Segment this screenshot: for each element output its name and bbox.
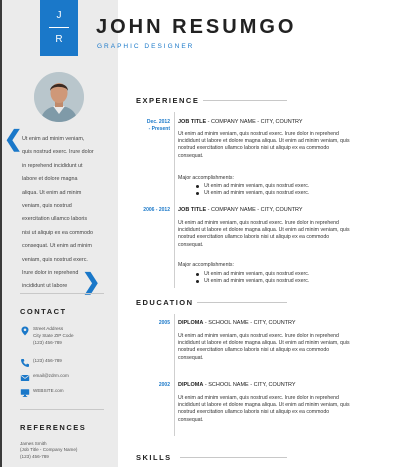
quote-line: labore et dolore magna bbox=[22, 176, 78, 183]
reference-phone: (123) 456-789 bbox=[20, 453, 49, 459]
quote-close-icon: ❯ bbox=[82, 269, 101, 294]
job-heading: JOB TITLE - COMPANY NAME - CITY, COUNTRY bbox=[178, 119, 303, 125]
education-date: 2005 bbox=[158, 320, 170, 326]
quote-line: in reprehend incididunt ut bbox=[22, 162, 83, 169]
education-date: 2002 bbox=[158, 382, 170, 388]
school-info: - SCHOOL NAME - CITY, COUNTRY bbox=[203, 320, 296, 326]
accomplishments-list: Ut enim ad minim veniam, quis nostrud ex… bbox=[196, 183, 309, 198]
job-date: 2006 - 2012 bbox=[143, 207, 170, 213]
text-line: nostrud exercitation ullamco laboris nis… bbox=[178, 234, 330, 241]
accomplishments-label: Major accomplishments: bbox=[178, 175, 234, 181]
text-line: consequat. bbox=[178, 416, 204, 423]
monitor-icon bbox=[20, 389, 30, 397]
skills-heading: SKILLS bbox=[136, 453, 172, 462]
phone-icon bbox=[21, 359, 29, 367]
job-title: JOB TITLE bbox=[178, 119, 207, 125]
text-line: Ut enim ad minim veniam, quis nostrud ex… bbox=[178, 220, 339, 226]
references-heading: REFERENCES bbox=[20, 423, 87, 432]
text-line: consequat. bbox=[178, 354, 204, 361]
text-line: consequat. bbox=[178, 152, 204, 159]
summary-quote: Ut enim ad minim veniam, quis nostrud ex… bbox=[22, 133, 116, 294]
timeline-line bbox=[174, 112, 175, 288]
reference-job: (Job Title - Company Name) bbox=[20, 447, 78, 453]
candidate-title: GRAPHIC DESIGNER bbox=[97, 43, 195, 50]
accomplishments-list: Ut enim ad minim veniam, quis nostrud ex… bbox=[196, 271, 309, 286]
phone-text: (123) 456-789 bbox=[33, 358, 62, 363]
resume-page: J R JOHN RESUMGO GRAPHIC DESIGNER ❮ Ut e… bbox=[0, 0, 405, 467]
address-line: (123) 456-789 bbox=[33, 339, 62, 345]
education-heading: EDUCATION bbox=[136, 298, 194, 307]
text-line: incididunt ut labore et dolore magna ali… bbox=[178, 402, 350, 409]
text-line: incididunt ut labore et dolore magna ali… bbox=[178, 227, 350, 234]
job-date: Dec. 2012 - Present bbox=[134, 119, 170, 133]
text-line: Ut enim ad minim veniam, quis nostrud ex… bbox=[178, 333, 339, 339]
degree-title: DIPLOMA bbox=[178, 320, 204, 326]
experience-rule bbox=[203, 100, 287, 101]
quote-line: quis nostrud exerc. Irure dolor bbox=[22, 149, 94, 156]
education-rule bbox=[197, 302, 287, 303]
email-text[interactable]: email@zdrm.com bbox=[33, 373, 69, 380]
quote-line: incididunt ut labore bbox=[22, 283, 68, 290]
job-date-end: - Present bbox=[148, 126, 170, 132]
job-description: Ut enim ad minim veniam, quis nostrud ex… bbox=[178, 220, 390, 249]
quote-line: veniam, quis nostrud exerc. bbox=[22, 256, 88, 263]
address-line: Street Address bbox=[33, 326, 64, 331]
list-item: Ut enim ad minim veniam, quis nostrud ex… bbox=[196, 271, 309, 278]
quote-line: Ut enim ad minim veniam, bbox=[22, 136, 85, 142]
skills-rule bbox=[180, 457, 287, 458]
quote-line: aliqua. Ut enim ad minim bbox=[22, 189, 82, 196]
education-heading-line: DIPLOMA - SCHOOL NAME - CITY, COUNTRY bbox=[178, 382, 296, 388]
text-line: incididunt ut labore et dolore magna ali… bbox=[178, 340, 350, 347]
quote-line: Irure dolor in reprehend bbox=[22, 270, 79, 277]
text-line: nostrud exercitation ullamco laboris nis… bbox=[178, 409, 330, 416]
education-description: Ut enim ad minim veniam, quis nostrud ex… bbox=[178, 395, 390, 424]
monogram-letter-r: R bbox=[55, 34, 63, 45]
job-company: - COMPANY NAME - CITY, COUNTRY bbox=[206, 207, 303, 213]
experience-heading: EXPERIENCE bbox=[136, 96, 200, 105]
quote-line: nisi ut aliquip ex ea commodo bbox=[22, 229, 94, 236]
reference-entry: James Smith (Job Title - Company Name) (… bbox=[20, 441, 77, 460]
accomplishments-label: Major accomplishments: bbox=[178, 262, 234, 268]
text-line: consequat. bbox=[178, 241, 204, 248]
quote-line: exercitation ullamco laboris bbox=[22, 216, 88, 223]
website-text[interactable]: WEBSITE.com bbox=[33, 388, 64, 395]
quote-line: veniam, quis nostrud bbox=[22, 203, 72, 210]
sidebar-divider bbox=[20, 293, 104, 294]
education-heading-line: DIPLOMA - SCHOOL NAME - CITY, COUNTRY bbox=[178, 320, 296, 326]
school-info: - SCHOOL NAME - CITY, COUNTRY bbox=[203, 382, 296, 388]
job-company: - COMPANY NAME - CITY, COUNTRY bbox=[206, 119, 303, 125]
email-icon bbox=[20, 375, 30, 381]
contact-heading: CONTACT bbox=[20, 307, 67, 316]
list-item: Ut enim ad minim veniam, quis nostrud ex… bbox=[196, 278, 309, 285]
list-item: Ut enim ad minim veniam, quis nostrud ex… bbox=[196, 190, 309, 197]
job-date-start: Dec. 2012 bbox=[146, 119, 170, 125]
address-line: City State ZIP Code bbox=[33, 332, 74, 338]
profile-photo-image bbox=[34, 72, 84, 122]
monogram-letter-j: J bbox=[56, 10, 62, 21]
text-line: incididunt ut labore et dolore magna ali… bbox=[178, 138, 350, 145]
job-description: Ut enim ad minim veniam, quis nostrud ex… bbox=[178, 131, 390, 160]
timeline-line bbox=[174, 314, 175, 436]
sidebar-divider bbox=[20, 409, 104, 410]
quote-line: consequat. Ut enim ad minim bbox=[22, 243, 92, 250]
monogram: J R bbox=[40, 0, 78, 56]
candidate-name: JOHN RESUMGO bbox=[96, 16, 297, 38]
text-line: Ut enim ad minim veniam, quis nostrud ex… bbox=[178, 131, 339, 137]
job-title: JOB TITLE bbox=[178, 207, 207, 213]
job-heading: JOB TITLE - COMPANY NAME - CITY, COUNTRY bbox=[178, 207, 303, 213]
quote-open-icon: ❮ bbox=[4, 126, 23, 151]
text-line: Ut enim ad minim veniam, quis nostrud ex… bbox=[178, 395, 339, 401]
degree-title: DIPLOMA bbox=[178, 382, 204, 388]
list-item: Ut enim ad minim veniam, quis nostrud ex… bbox=[196, 183, 309, 190]
education-description: Ut enim ad minim veniam, quis nostrud ex… bbox=[178, 333, 390, 362]
monogram-divider bbox=[49, 27, 69, 28]
text-line: nostrud exercitation ullamco laboris nis… bbox=[178, 347, 330, 354]
location-pin-icon bbox=[21, 326, 29, 336]
profile-photo bbox=[34, 72, 84, 122]
text-line: nostrud exercitation ullamco laboris nis… bbox=[178, 145, 330, 152]
